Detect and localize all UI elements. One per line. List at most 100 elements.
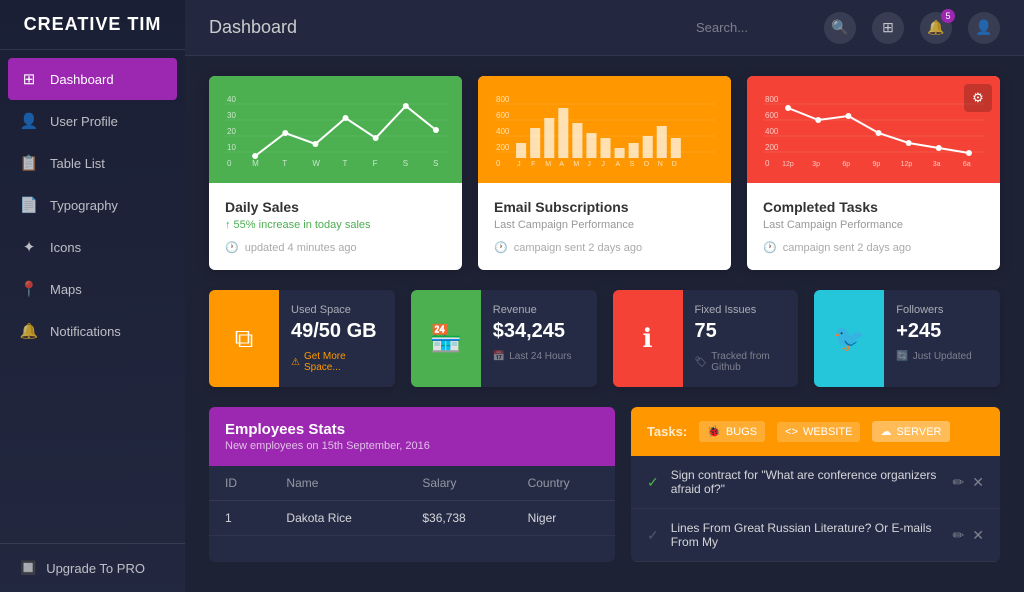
sidebar-item-label: Maps — [50, 282, 82, 297]
revenue-footer-text: Last 24 Hours — [509, 351, 571, 362]
svg-text:400: 400 — [496, 127, 510, 136]
svg-text:800: 800 — [496, 95, 510, 104]
svg-text:S: S — [403, 159, 408, 168]
page-title: Dashboard — [209, 17, 297, 38]
topbar: Dashboard 🔍 ⊞ 🔔 5 👤 — [185, 0, 1024, 56]
table-row: 1 Dakota Rice $36,738 Niger — [209, 501, 615, 536]
upgrade-icon: 🔲 — [20, 560, 36, 576]
svg-text:20: 20 — [227, 127, 236, 136]
icons-icon: ✦ — [20, 238, 38, 256]
tasks-title: Completed Tasks — [763, 199, 984, 215]
task-check-icon-2: ✓ — [647, 527, 659, 544]
employees-table: ID Name Salary Country 1 Dakota Rice $36… — [209, 466, 615, 536]
tasks-header-label: Tasks: — [647, 424, 687, 439]
svg-text:J: J — [517, 161, 521, 168]
sidebar-item-table-list[interactable]: 📋 Table List — [0, 142, 185, 184]
sidebar-item-label: Notifications — [50, 324, 121, 339]
bell-icon: 🔔 — [927, 19, 944, 36]
followers-footer-text: Just Updated — [913, 351, 972, 362]
col-country: Country — [512, 466, 615, 501]
employees-title: Employees Stats — [225, 421, 599, 438]
search-wrap: 🔍 — [696, 12, 856, 44]
copy-icon: ⧉ — [235, 323, 254, 355]
revenue-footer: 📅 Last 24 Hours — [493, 351, 585, 362]
task-text-1: Sign contract for "What are conference o… — [671, 468, 941, 496]
store-icon: 🏪 — [430, 323, 462, 354]
tab-server[interactable]: ☁ SERVER — [872, 421, 949, 442]
sidebar-item-user-profile[interactable]: 👤 User Profile — [0, 100, 185, 142]
svg-text:12p: 12p — [782, 161, 794, 168]
revenue-icon-box: 🏪 — [411, 290, 481, 387]
daily-sales-card: 40 30 20 10 0 — [209, 76, 462, 270]
fixed-issues-card: ℹ Fixed Issues 75 🏷 Tracked from Github — [613, 290, 799, 387]
svg-text:0: 0 — [496, 159, 501, 168]
delete-icon-1[interactable]: ✕ — [972, 474, 984, 491]
svg-text:M: M — [573, 161, 579, 168]
search-input[interactable] — [696, 20, 816, 35]
sidebar-item-dashboard[interactable]: ⊞ Dashboard — [8, 58, 177, 100]
task-item-1: ✓ Sign contract for "What are conference… — [631, 456, 1000, 509]
settings-button[interactable]: ⚙ — [964, 84, 992, 112]
sidebar-item-icons[interactable]: ✦ Icons — [0, 226, 185, 268]
sidebar-item-maps[interactable]: 📍 Maps — [0, 268, 185, 310]
cell-name: Dakota Rice — [270, 501, 406, 536]
used-space-footer-text[interactable]: Get More Space... — [304, 351, 383, 373]
dashboard-icon: ⊞ — [20, 70, 38, 88]
edit-icon-1[interactable]: ✏ — [953, 474, 965, 491]
svg-text:N: N — [658, 161, 663, 168]
sidebar-item-label: Typography — [50, 198, 118, 213]
svg-text:W: W — [312, 159, 320, 168]
sidebar-item-label: Table List — [50, 156, 105, 171]
daily-sales-stat: ↑ 55% increase in today sales — [225, 219, 446, 231]
svg-text:30: 30 — [227, 111, 236, 120]
fixed-issues-value: 75 — [695, 320, 787, 343]
maps-icon: 📍 — [20, 280, 38, 298]
delete-icon-2[interactable]: ✕ — [972, 527, 984, 544]
used-space-footer: ⚠ Get More Space... — [291, 351, 383, 373]
col-name: Name — [270, 466, 406, 501]
edit-icon-2[interactable]: ✏ — [953, 527, 965, 544]
brand-name: CREATIVE TIM — [16, 14, 169, 35]
task-check-icon-1: ✓ — [647, 474, 659, 491]
clock-icon: 🕐 — [225, 241, 239, 254]
twitter-icon: 🐦 — [833, 323, 865, 354]
revenue-card: 🏪 Revenue $34,245 📅 Last 24 Hours — [411, 290, 597, 387]
grid-button[interactable]: ⊞ — [872, 12, 904, 44]
tab-bugs[interactable]: 🐞 BUGS — [699, 421, 765, 442]
task-actions-1: ✏ ✕ — [953, 474, 984, 491]
upgrade-label: Upgrade To PRO — [46, 561, 145, 576]
svg-text:T: T — [343, 159, 348, 168]
upgrade-button[interactable]: 🔲 Upgrade To PRO — [0, 543, 185, 592]
sidebar-item-notifications[interactable]: 🔔 Notifications — [0, 310, 185, 352]
employees-card: Employees Stats New employees on 15th Se… — [209, 407, 615, 562]
svg-text:12p: 12p — [901, 161, 913, 168]
grid-icon: ⊞ — [882, 19, 894, 36]
task-text-2: Lines From Great Russian Literature? Or … — [671, 521, 941, 549]
account-icon: 👤 — [975, 19, 992, 36]
cell-country: Niger — [512, 501, 615, 536]
svg-text:600: 600 — [765, 111, 779, 120]
used-space-label: Used Space — [291, 304, 383, 316]
clock-icon-2: 🕐 — [494, 241, 508, 254]
cell-salary: $36,738 — [406, 501, 511, 536]
email-chart-header: 800 600 400 200 0 — [478, 76, 731, 183]
svg-text:200: 200 — [765, 143, 779, 152]
task-actions-2: ✏ ✕ — [953, 527, 984, 544]
table-icon: 📋 — [20, 154, 38, 172]
tab-website[interactable]: <> WEBSITE — [777, 422, 860, 442]
notification-badge: 5 — [941, 9, 955, 23]
col-salary: Salary — [406, 466, 511, 501]
sidebar-item-typography[interactable]: 📄 Typography — [0, 184, 185, 226]
notifications-button[interactable]: 🔔 5 — [920, 12, 952, 44]
used-space-card: ⧉ Used Space 49/50 GB ⚠ Get More Space..… — [209, 290, 395, 387]
account-button[interactable]: 👤 — [968, 12, 1000, 44]
tasks-card: Tasks: 🐞 BUGS <> WEBSITE ☁ SERVER — [631, 407, 1000, 562]
fixed-issues-footer: 🏷 Tracked from Github — [695, 351, 787, 373]
svg-text:A: A — [559, 161, 564, 168]
email-subtitle: Last Campaign Performance — [494, 219, 715, 231]
revenue-label: Revenue — [493, 304, 585, 316]
search-button[interactable]: 🔍 — [824, 12, 856, 44]
fixed-issues-info: Fixed Issues 75 🏷 Tracked from Github — [683, 290, 799, 387]
svg-text:6a: 6a — [963, 161, 971, 168]
svg-text:D: D — [672, 161, 677, 168]
